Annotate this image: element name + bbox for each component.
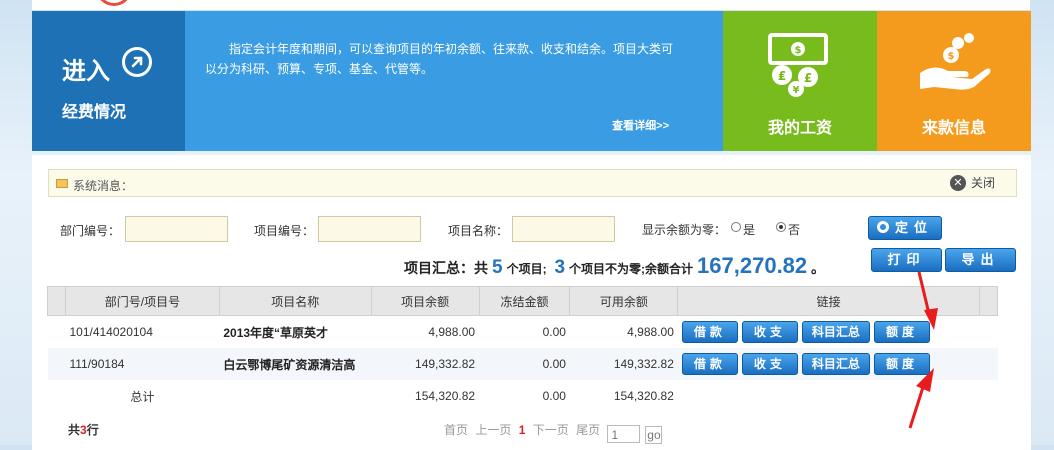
row-frozen: 0.00 <box>479 348 570 380</box>
close-label: 关闭 <box>970 176 995 190</box>
total-label: 总计 <box>130 389 155 404</box>
svg-text:₤: ₤ <box>778 69 786 83</box>
view-details-link[interactable]: 查看详细>> <box>612 117 669 133</box>
mail-icon <box>56 179 68 188</box>
svg-text:$: $ <box>795 45 802 56</box>
row-name: 白云鄂博尾矿资源清洁高 <box>219 348 372 380</box>
row-count-value: 3 <box>80 423 87 437</box>
pager-first[interactable]: 首页 <box>444 423 468 437</box>
summary-suffix: 。 <box>811 260 826 276</box>
logo-icon <box>96 0 132 6</box>
zero-balance-label: 显示余额为零： <box>642 223 727 237</box>
header-spacer <box>47 286 66 316</box>
svg-text:£: £ <box>804 71 812 85</box>
row-available: 4,988.00 <box>627 325 674 339</box>
project-no-label: 项目编号： <box>254 224 315 238</box>
main-panel: 系统消息： ✕ 关闭 部门编号： 项目编号： 项目名称： 显示余额为零： 是 否… <box>32 155 1031 450</box>
row-balance: 4,988.00 <box>428 325 476 339</box>
pager-prev[interactable]: 上一页 <box>475 423 511 437</box>
dept-input[interactable] <box>125 216 228 242</box>
row-frozen: 0.00 <box>542 325 566 339</box>
svg-text:$: $ <box>948 51 955 62</box>
summary-nonzero-text: 个项目不为零;余额合计 <box>569 262 694 276</box>
row-id: 111/90184 <box>65 348 220 380</box>
radio-yes-label: 是 <box>743 223 756 237</box>
row-count-suffix: 行 <box>86 423 99 437</box>
income-expense-button[interactable]: 收支 <box>741 321 798 343</box>
project-no-input[interactable] <box>318 216 421 242</box>
tile-income-info[interactable]: $ 来款信息 <box>877 11 1031 151</box>
pager-go-button[interactable]: go <box>645 426 663 444</box>
pager-page-input[interactable]: 1 <box>607 425 641 443</box>
annotation-arrow-icon <box>908 271 938 429</box>
table-row: 101/414020104 2013年度“草原英才 4,988.00 0.00 … <box>48 316 998 349</box>
info-description: 指定会计年度和期间，可以查询项目的年初余额、往来款、收支和结余。项目大类可以分为… <box>205 42 674 76</box>
row-balance: 149,332.82 <box>371 348 480 380</box>
target-icon <box>876 221 889 233</box>
project-table: 部门号/项目号 项目名称 项目余额 冻结金额 可用余额 链接 101/41402… <box>47 286 999 412</box>
row-available: 149,332.82 <box>569 348 678 380</box>
subject-summary-button[interactable]: 科目汇总 <box>801 353 870 375</box>
row-id: 101/414020104 <box>69 325 153 339</box>
tile-my-salary[interactable]: $ ₤ £ ¥ 我的工资 <box>723 11 877 151</box>
pager-next[interactable]: 下一页 <box>533 423 569 437</box>
close-icon: ✕ <box>949 175 966 191</box>
pager-last[interactable]: 尾页 <box>576 423 600 437</box>
tile-salary-label: 我的工资 <box>767 120 832 137</box>
row-count: 共3行 <box>68 421 99 438</box>
table-row: 111/90184 白云鄂博尾矿资源清洁高 149,332.82 0.00 14… <box>47 348 998 380</box>
subject-summary-button[interactable]: 科目汇总 <box>801 321 870 343</box>
top-strip <box>32 0 1030 10</box>
project-summary: 项目汇总：共 5 个项目; 3 个项目不为零;余额合计 167,270.82 。 <box>404 253 825 279</box>
summary-nonzero-count: 3 <box>554 257 566 278</box>
total-available: 154,320.82 <box>613 389 674 403</box>
income-expense-button[interactable]: 收支 <box>741 353 798 375</box>
enter-title: 进入 <box>62 58 110 85</box>
project-name-input[interactable] <box>512 216 615 242</box>
header-name: 项目名称 <box>218 286 372 316</box>
row-name: 2013年度“草原英才 <box>223 325 329 340</box>
radio-yes[interactable] <box>731 222 741 232</box>
header-balance: 项目余额 <box>370 286 480 316</box>
table-total-row: 总计 154,320.82 0.00 154,320.82 <box>48 380 998 412</box>
header-spacer-end <box>978 286 999 316</box>
radio-no-label: 否 <box>788 223 801 237</box>
header-available: 可用余额 <box>569 286 679 316</box>
pager: 首页 上一页 1 下一页 尾页 1 go <box>444 421 666 444</box>
summary-count-unit: 个项目; <box>506 262 547 276</box>
locate-button[interactable]: 定位 <box>868 216 942 240</box>
tile-income-label: 来款信息 <box>921 120 986 137</box>
summary-balance-total: 167,270.82 <box>697 253 808 278</box>
export-button[interactable]: 导出 <box>945 248 1016 272</box>
enter-subtitle: 经费情况 <box>62 104 127 121</box>
header-frozen: 冻结金额 <box>478 286 571 316</box>
money-bill-icon: $ ₤ £ ¥ <box>723 29 877 101</box>
summary-prefix: 项目汇总：共 <box>404 260 488 276</box>
radio-no[interactable] <box>776 222 786 232</box>
loan-button[interactable]: 借款 <box>681 353 738 375</box>
locate-label: 定位 <box>894 220 933 235</box>
pager-current: 1 <box>518 423 526 437</box>
tile-info: 指定会计年度和期间，可以查询项目的年初余额、往来款、收支和结余。项目大类可以分为… <box>185 11 723 151</box>
row-count-prefix: 共 <box>68 423 81 437</box>
project-name-label: 项目名称： <box>448 224 509 238</box>
summary-project-count: 5 <box>492 257 503 278</box>
dept-label: 部门编号： <box>60 224 121 238</box>
arrow-circle-icon <box>122 47 152 77</box>
system-message-bar: 系统消息： ✕ 关闭 <box>48 169 1017 197</box>
system-message-label: 系统消息： <box>73 179 134 193</box>
table-header-row: 部门号/项目号 项目名称 项目余额 冻结金额 可用余额 链接 <box>47 286 999 316</box>
total-balance: 154,320.82 <box>415 389 476 403</box>
loan-button[interactable]: 借款 <box>681 321 738 343</box>
svg-text:¥: ¥ <box>793 85 800 96</box>
close-button[interactable]: ✕ 关闭 <box>949 175 1000 192</box>
hand-coins-icon: $ <box>877 29 1031 101</box>
tile-enter-funds[interactable]: 进入 经费情况 <box>32 11 185 151</box>
total-frozen: 0.00 <box>542 389 566 403</box>
header-id: 部门号/项目号 <box>64 286 220 316</box>
